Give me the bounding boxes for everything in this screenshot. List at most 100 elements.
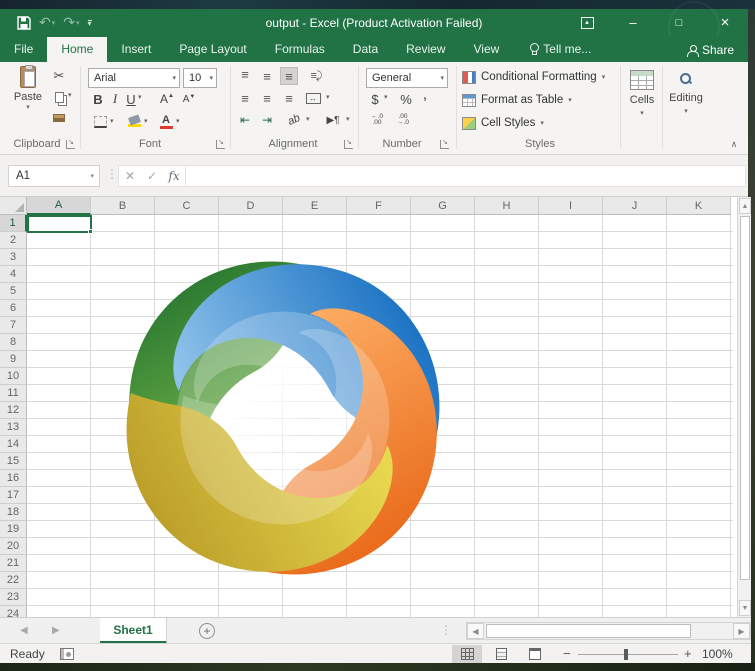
text-direction-caret-icon[interactable]: ▾ <box>346 115 350 123</box>
new-sheet-button[interactable]: + <box>199 623 215 639</box>
vertical-scrollbar[interactable]: ▲ ▼ <box>737 197 751 617</box>
redo-caret-icon[interactable]: ▾ <box>76 19 80 27</box>
borders-button[interactable] <box>92 114 108 130</box>
page-break-view-button[interactable] <box>520 645 550 663</box>
font-dialog-launcher[interactable]: ↘ <box>216 140 225 149</box>
column-header-d[interactable]: D <box>219 197 283 215</box>
column-header-h[interactable]: H <box>475 197 539 215</box>
macro-record-icon[interactable] <box>60 648 74 660</box>
comma-style-button[interactable]: , <box>420 86 430 104</box>
alignment-dialog-launcher[interactable]: ↘ <box>344 140 353 149</box>
row-header-2[interactable]: 2 <box>0 232 27 249</box>
accounting-format-button[interactable]: $ <box>368 90 382 108</box>
row-header-5[interactable]: 5 <box>0 283 27 300</box>
row-header-18[interactable]: 18 <box>0 504 27 521</box>
fill-color-button[interactable] <box>126 112 142 130</box>
column-header-a[interactable]: A <box>27 197 91 215</box>
row-header-4[interactable]: 4 <box>0 266 27 283</box>
align-center-button[interactable]: ≡ <box>258 89 276 107</box>
share-button[interactable]: Share <box>687 43 734 57</box>
increase-indent-button[interactable]: ⇥ <box>258 112 276 128</box>
row-header-14[interactable]: 14 <box>0 436 27 453</box>
cancel-button[interactable]: ✕ <box>119 169 141 183</box>
row-header-20[interactable]: 20 <box>0 538 27 555</box>
column-header-j[interactable]: J <box>603 197 667 215</box>
grow-font-button[interactable]: A▲ <box>158 90 176 108</box>
row-header-11[interactable]: 11 <box>0 385 27 402</box>
tab-view[interactable]: View <box>460 37 514 62</box>
font-name-combo[interactable]: Arial▾ <box>88 68 180 88</box>
conditional-formatting-button[interactable]: Conditional Formatting ▾ <box>462 68 605 86</box>
column-header-b[interactable]: B <box>91 197 155 215</box>
top-align-button[interactable]: ≡ <box>236 67 254 85</box>
save-icon[interactable] <box>14 16 34 30</box>
row-header-23[interactable]: 23 <box>0 589 27 606</box>
page-layout-view-button[interactable] <box>486 645 516 663</box>
row-header-7[interactable]: 7 <box>0 317 27 334</box>
zoom-in-button[interactable]: + <box>684 646 692 661</box>
row-header-19[interactable]: 19 <box>0 521 27 538</box>
column-header-e[interactable]: E <box>283 197 347 215</box>
undo-caret-icon[interactable]: ▾ <box>52 19 56 27</box>
horizontal-scrollbar-thumb[interactable] <box>486 624 691 638</box>
vertical-scrollbar-thumb[interactable] <box>740 216 750 580</box>
maximize-button[interactable]: □ <box>656 9 702 36</box>
zoom-level[interactable]: 100% <box>702 647 733 661</box>
italic-button[interactable]: I <box>108 90 122 108</box>
scroll-right-icon[interactable]: ▶ <box>733 623 750 639</box>
scroll-down-icon[interactable]: ▼ <box>739 600 751 616</box>
shrink-font-button[interactable]: A▼ <box>180 90 198 108</box>
tab-file[interactable]: File <box>0 37 47 62</box>
decrease-indent-button[interactable]: ⇤ <box>236 112 254 128</box>
four-swirl-pinwheel-logo[interactable] <box>86 248 480 588</box>
format-painter-button[interactable] <box>50 110 68 126</box>
formula-bar-grip[interactable]: ⋮ <box>106 167 118 181</box>
cells-button[interactable]: Cells ▾ <box>624 66 660 142</box>
horizontal-scrollbar[interactable]: ◀ ▶ <box>466 622 751 640</box>
formula-input[interactable] <box>190 167 745 185</box>
column-header-i[interactable]: I <box>539 197 603 215</box>
row-header-10[interactable]: 10 <box>0 368 27 385</box>
percent-style-button[interactable]: % <box>398 90 414 108</box>
fill-handle[interactable] <box>88 229 93 234</box>
row-header-15[interactable]: 15 <box>0 453 27 470</box>
name-box[interactable]: A1 ▾ <box>8 165 100 187</box>
sheet-tab-sheet1[interactable]: Sheet1 <box>100 618 167 644</box>
row-header-8[interactable]: 8 <box>0 334 27 351</box>
selected-cell-a1[interactable] <box>27 215 92 233</box>
clipboard-dialog-launcher[interactable]: ↘ <box>66 140 75 149</box>
minimize-button[interactable]: – <box>610 9 656 36</box>
scroll-left-icon[interactable]: ◀ <box>467 623 484 639</box>
format-as-table-button[interactable]: Format as Table ▾ <box>462 91 572 109</box>
normal-view-button[interactable] <box>452 645 482 663</box>
cell-styles-button[interactable]: Cell Styles ▾ <box>462 114 544 132</box>
enter-button[interactable]: ✓ <box>141 169 163 183</box>
column-header-f[interactable]: F <box>347 197 411 215</box>
insert-function-button[interactable]: fx <box>163 169 185 183</box>
column-header-k[interactable]: K <box>667 197 731 215</box>
orientation-caret-icon[interactable]: ▾ <box>306 115 310 123</box>
copy-caret-icon[interactable]: ▾ <box>68 91 72 99</box>
font-color-caret-icon[interactable]: ▾ <box>176 117 180 125</box>
decrease-decimal-button[interactable]: .00 →.0 <box>392 112 414 128</box>
bold-button[interactable]: B <box>90 90 106 108</box>
customize-qat-button[interactable]: ▾ <box>85 20 95 26</box>
column-header-c[interactable]: C <box>155 197 219 215</box>
underline-button[interactable]: U <box>124 90 138 108</box>
font-size-combo[interactable]: 10▾ <box>183 68 217 88</box>
sheet-nav-next-icon[interactable]: ▶ <box>52 625 60 636</box>
number-dialog-launcher[interactable]: ↘ <box>440 140 449 149</box>
undo-button[interactable]: ↶▾ <box>36 14 58 31</box>
sheet-nav-prev-icon[interactable]: ◀ <box>20 625 28 636</box>
row-header-6[interactable]: 6 <box>0 300 27 317</box>
number-format-combo[interactable]: General▾ <box>366 68 448 88</box>
accounting-caret-icon[interactable]: ▾ <box>384 93 388 101</box>
row-header-1[interactable]: 1 <box>0 215 27 232</box>
bottom-align-button[interactable]: ≡ <box>280 67 298 85</box>
text-direction-button[interactable]: ▶¶ <box>322 112 344 128</box>
cut-button[interactable]: ✂ <box>50 68 68 84</box>
tab-insert[interactable]: Insert <box>107 37 165 62</box>
tab-tell-me[interactable]: Tell me... <box>513 37 601 62</box>
hscroll-grip[interactable]: ⋮ <box>440 623 452 637</box>
wrap-text-button[interactable]: ≡⤸ <box>306 67 326 85</box>
